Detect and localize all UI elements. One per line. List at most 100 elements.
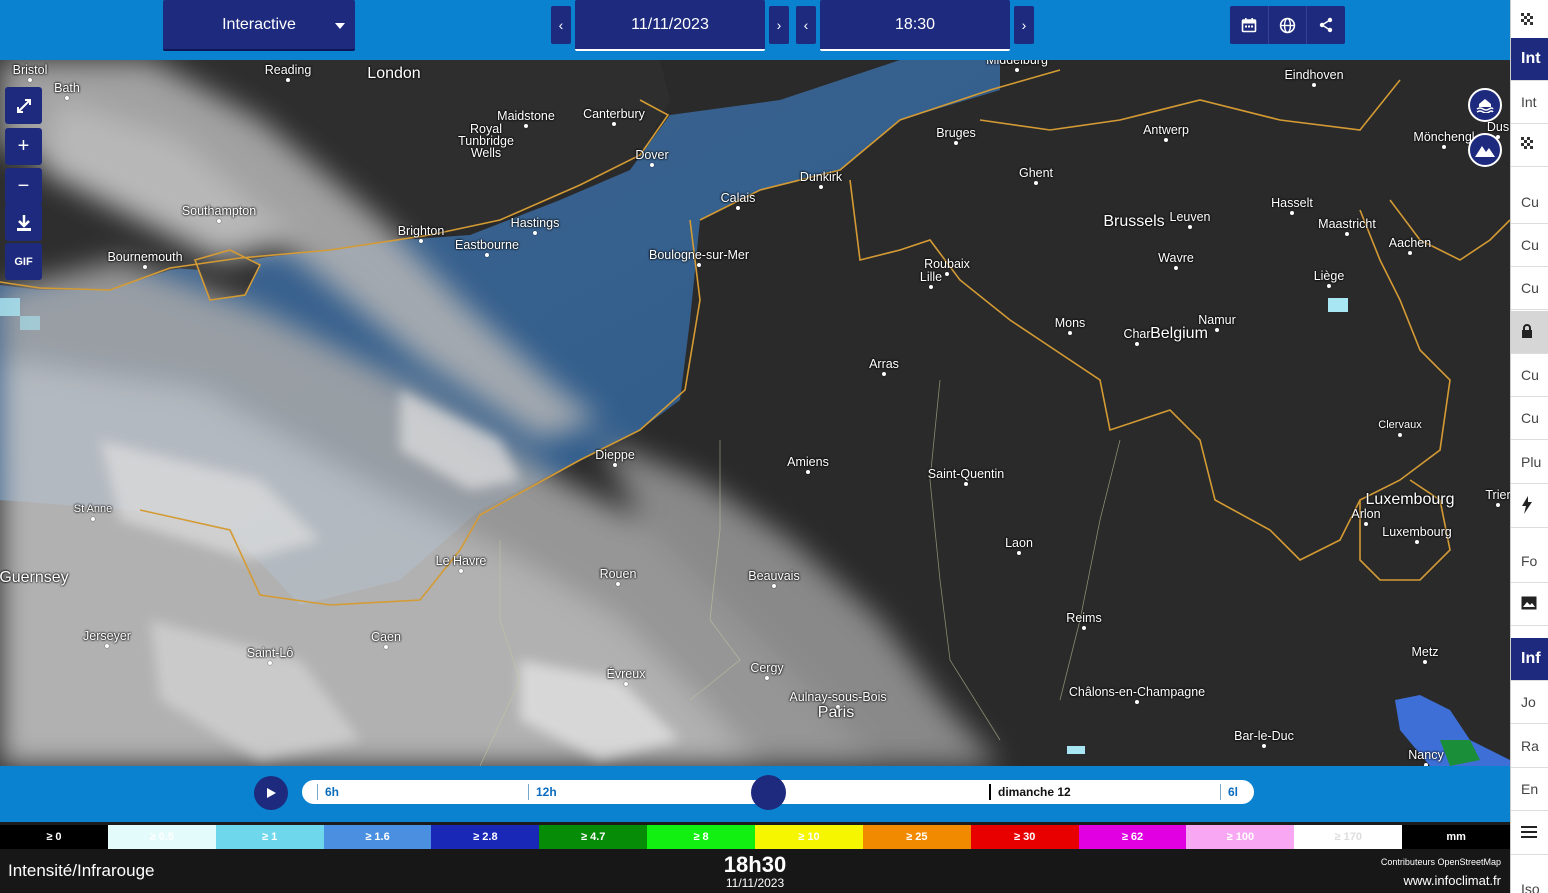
panel-item[interactable]: Cu: [1511, 397, 1548, 440]
satellite-map[interactable]: Bristol Bath Reading London Maidstone Canterb…: [0, 60, 1510, 766]
map-credit[interactable]: Contributeurs OpenStreetMap: [1381, 857, 1501, 867]
city-dot: [954, 141, 958, 145]
panel-item[interactable]: Int: [1511, 81, 1548, 124]
panel-item[interactable]: [1511, 311, 1548, 354]
city-label: Maastricht: [1318, 217, 1376, 231]
panel-item[interactable]: [1511, 0, 1548, 43]
city-dot: [524, 124, 528, 128]
legend-unit: mm: [1402, 825, 1511, 849]
city-dot: [1408, 251, 1412, 255]
legend-bin: ≥ 4.7: [539, 825, 648, 849]
panel-item[interactable]: Cu: [1511, 354, 1548, 397]
fullscreen-button[interactable]: [5, 87, 42, 124]
legend-bin: ≥ 0.5: [107, 825, 216, 849]
timeline-handle[interactable]: [751, 775, 787, 810]
panel-item[interactable]: Iso: [1511, 868, 1548, 893]
relief-layer-button[interactable]: [1468, 133, 1502, 167]
panel-item[interactable]: [1511, 124, 1548, 167]
panel-item[interactable]: En: [1511, 768, 1548, 811]
city-label: Lille: [919, 270, 943, 284]
city-dot: [1345, 232, 1349, 236]
panel-item[interactable]: [1511, 583, 1548, 626]
city-dot: [1135, 700, 1139, 704]
city-label: Aachen: [1388, 236, 1432, 250]
city-label: Dunkirk: [799, 170, 843, 184]
panel-item-label: Cu: [1521, 280, 1539, 296]
calendar-button[interactable]: [1230, 6, 1269, 44]
date-next-button[interactable]: ›: [769, 6, 789, 44]
panel-item[interactable]: Jo: [1511, 681, 1548, 724]
panel-item[interactable]: Inf: [1511, 638, 1548, 681]
city-dot: [929, 285, 933, 289]
city-dot: [1415, 540, 1419, 544]
chevron-down-icon: [335, 23, 345, 29]
plus-icon: +: [17, 135, 30, 157]
panel-item-label: Inf: [1521, 650, 1541, 667]
city-label: Dus: [1486, 120, 1510, 134]
city-dot: [1290, 211, 1294, 215]
panel-item[interactable]: Int: [1511, 38, 1548, 81]
play-button[interactable]: [254, 776, 288, 810]
share-button[interactable]: [1307, 6, 1345, 44]
city-dot: [736, 206, 740, 210]
panel-item[interactable]: [1511, 485, 1548, 528]
panel-item[interactable]: Cu: [1511, 181, 1548, 224]
product-name: Intensité/Infrarouge: [8, 861, 155, 880]
timeline-day-tick: dimanche 12: [989, 784, 1071, 800]
mode-select[interactable]: Interactive: [163, 0, 355, 51]
menu-icon: [1521, 825, 1537, 842]
timeline-bar: 6h 12h dimanche 12 6l: [0, 766, 1510, 822]
panel-item-label: En: [1521, 781, 1539, 797]
city-label: Char: [1123, 327, 1151, 341]
city-label: Arlon: [1351, 507, 1381, 521]
city-label: Caen: [371, 630, 401, 644]
time-prev-button[interactable]: ‹: [796, 6, 816, 44]
panel-item-label: Ra: [1521, 738, 1539, 754]
city-label: Belgium: [1150, 325, 1208, 342]
site-link[interactable]: www.infoclimat.fr: [1403, 873, 1501, 888]
tool-group: [1230, 6, 1345, 44]
city-label: Hastings: [510, 216, 560, 230]
legend-bin: ≥ 2.8: [431, 825, 540, 849]
city-dot: [819, 185, 823, 189]
city-label: Mönchengl: [1413, 130, 1475, 144]
panel-item[interactable]: Ra: [1511, 725, 1548, 768]
zoom-out-button[interactable]: −: [5, 168, 42, 205]
minus-icon: −: [17, 175, 30, 197]
city-label: Clervaux: [1378, 419, 1422, 431]
time-value: 18:30: [894, 15, 936, 33]
pattern-icon: [1521, 12, 1535, 30]
city-dot: [1423, 660, 1427, 664]
panel-item[interactable]: Cu: [1511, 267, 1548, 310]
date-prev-button[interactable]: ‹: [551, 6, 571, 44]
city-dot: [1015, 68, 1019, 72]
city-label: Guernsey: [0, 569, 69, 586]
zoom-in-button[interactable]: +: [5, 128, 42, 165]
city-label: Rouen: [599, 567, 637, 581]
city-label: Saint-Quentin: [927, 467, 1005, 481]
image-icon: [1521, 596, 1537, 613]
panel-item[interactable]: Cu: [1511, 224, 1548, 267]
panel-item-label: Plu: [1521, 454, 1542, 470]
date-field[interactable]: 11/11/2023: [575, 0, 765, 51]
city-dot: [882, 372, 886, 376]
globe-button[interactable]: [1269, 6, 1308, 44]
city-label: Reading: [264, 63, 312, 77]
city-label: Canterbury: [583, 107, 645, 121]
city-dot: [533, 231, 537, 235]
legend-bin: ≥ 1.6: [323, 825, 432, 849]
panel-item[interactable]: [1511, 812, 1548, 855]
city-dot: [1068, 331, 1072, 335]
city-label: Bath: [54, 81, 80, 95]
download-button[interactable]: [5, 204, 42, 241]
panel-item-label: Iso: [1521, 881, 1540, 893]
panel-item[interactable]: Plu: [1511, 441, 1548, 484]
time-next-button[interactable]: ›: [1014, 6, 1034, 44]
weather-layer-button[interactable]: [1468, 88, 1502, 122]
time-field[interactable]: 18:30: [820, 0, 1010, 51]
city-label: Le Havre: [435, 554, 487, 568]
lock-icon: [1521, 323, 1533, 341]
panel-item[interactable]: Fo: [1511, 540, 1548, 583]
gif-button[interactable]: GIF: [5, 243, 42, 280]
city-dot: [1442, 145, 1446, 149]
